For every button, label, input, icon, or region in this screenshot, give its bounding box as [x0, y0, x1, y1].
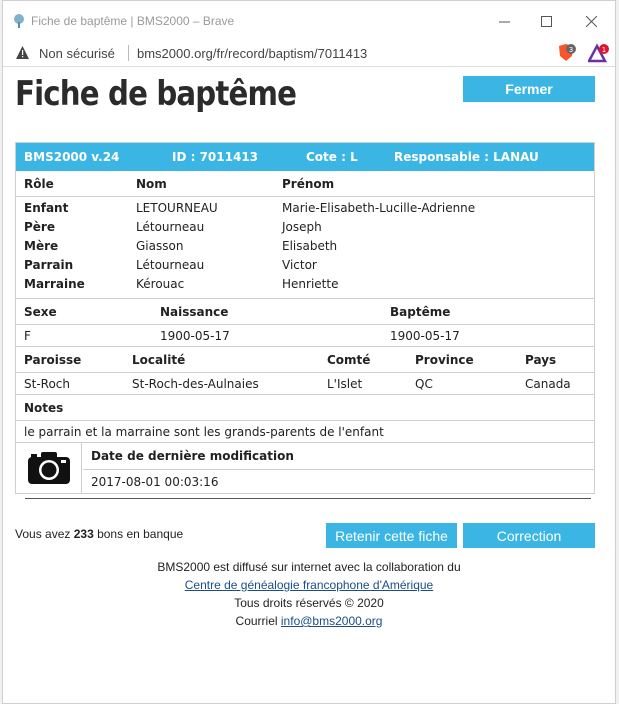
- window-title: Fiche de baptême | BMS2000 – Brave: [31, 14, 235, 28]
- people-header-row: Rôle Nom Prénom: [16, 171, 594, 197]
- address-separator: [128, 45, 129, 61]
- modification-label: Date de dernière modification: [91, 449, 294, 463]
- notes-header-row: Notes: [16, 395, 594, 421]
- footer: BMS2000 est diffusé sur internet avec la…: [3, 558, 615, 630]
- place-row: St-Roch St-Roch-des-Aulnaies L'Islet QC …: [16, 373, 594, 395]
- record-id: ID : 7011413: [172, 150, 259, 164]
- page-title: Fiche de baptême: [15, 74, 297, 114]
- country-value: Canada: [525, 377, 571, 391]
- baptism-record: BMS2000 v.24 ID : 7011413 Cote : L Respo…: [15, 142, 595, 494]
- column-header: Rôle: [24, 177, 54, 191]
- first-name: Joseph: [282, 220, 322, 234]
- close-window-button[interactable]: [578, 9, 604, 33]
- modification-block: Date de dernière modification 2017-08-01…: [16, 443, 595, 493]
- birth-date: 1900-05-17: [160, 329, 230, 343]
- place-header-row: Paroisse Localité Comté Province Pays: [16, 347, 594, 373]
- first-name: Henriette: [282, 277, 339, 291]
- bank-count: 233: [73, 527, 94, 541]
- role-label: Marraine: [24, 277, 85, 291]
- camera-icon[interactable]: [27, 451, 71, 485]
- browser-window: Fiche de baptême | BMS2000 – Brave Non s…: [2, 0, 616, 704]
- people-list: Enfant LETOURNEAU Marie-Elisabeth-Lucill…: [16, 197, 594, 299]
- modification-header: Date de dernière modification: [83, 443, 595, 470]
- photo-cell[interactable]: [16, 443, 82, 493]
- page-content: Fiche de baptême Fermer BMS2000 v.24 ID …: [3, 68, 615, 703]
- people-row: Parrain Létourneau Victor: [16, 256, 594, 275]
- footer-copyright: Tous droits réservés © 2020: [234, 596, 384, 610]
- record-cote: Cote : L: [306, 150, 358, 164]
- tree-icon: [14, 14, 24, 28]
- bank-balance: Vous avez 233 bons en banque: [15, 527, 183, 541]
- divider: [25, 498, 591, 499]
- baptism-date: 1900-05-17: [390, 329, 460, 343]
- title-bar: Fiche de baptême | BMS2000 – Brave: [3, 1, 615, 41]
- brave-rewards-icon[interactable]: 1: [588, 43, 610, 63]
- column-header: Naissance: [160, 305, 229, 319]
- last-name: Létourneau: [136, 220, 205, 234]
- sex-value: F: [24, 329, 31, 343]
- column-header: Localité: [132, 353, 186, 367]
- last-name: LETOURNEAU: [136, 201, 218, 215]
- close-icon: [585, 15, 597, 27]
- role-label: Parrain: [24, 258, 74, 272]
- column-header: Baptême: [390, 305, 451, 319]
- footer-email-line: Courriel info@bms2000.org: [3, 612, 615, 630]
- notes-text: le parrain et la marraine sont les grand…: [24, 425, 384, 439]
- province-value: QC: [415, 377, 433, 391]
- role-label: Mère: [24, 239, 59, 253]
- notes-label: Notes: [24, 401, 64, 415]
- rewards-count: 1: [602, 46, 606, 54]
- column-header: Sexe: [24, 305, 57, 319]
- cgfa-link[interactable]: Centre de généalogie francophone d'Améri…: [185, 578, 433, 592]
- column-header: Pays: [525, 353, 557, 367]
- column-header: Prénom: [282, 177, 335, 191]
- email-link[interactable]: info@bms2000.org: [281, 614, 383, 628]
- dates-row: F 1900-05-17 1900-05-17: [16, 325, 594, 347]
- locality-value: St-Roch-des-Aulnaies: [132, 377, 259, 391]
- last-name: Giasson: [136, 239, 184, 253]
- footer-collab-text: BMS2000 est diffusé sur internet avec la…: [157, 560, 461, 574]
- people-row: Père Létourneau Joseph: [16, 218, 594, 237]
- minimize-icon: [498, 21, 510, 22]
- brave-shield-icon[interactable]: 3: [556, 43, 576, 63]
- column-header: Comté: [327, 353, 371, 367]
- record-responsable: Responsable : LANAU: [394, 150, 539, 164]
- shield-count: 3: [569, 46, 573, 54]
- modification-date: 2017-08-01 00:03:16: [91, 475, 219, 489]
- role-label: Enfant: [24, 201, 69, 215]
- close-button[interactable]: Fermer: [463, 76, 595, 102]
- county-value: L'Islet: [327, 377, 363, 391]
- minimize-button[interactable]: [491, 9, 517, 33]
- last-name: Kérouac: [136, 277, 185, 291]
- keep-record-button[interactable]: Retenir cette fiche: [326, 523, 457, 548]
- bank-prefix: Vous avez: [15, 527, 74, 541]
- email-prefix: Courriel: [235, 614, 281, 628]
- last-name: Létourneau: [136, 258, 205, 272]
- url-text[interactable]: bms2000.org/fr/record/baptism/7011413: [137, 46, 367, 61]
- people-row: Mère Giasson Elisabeth: [16, 237, 594, 256]
- record-version: BMS2000 v.24: [24, 150, 120, 164]
- first-name: Marie-Elisabeth-Lucille-Adrienne: [282, 201, 476, 215]
- first-name: Victor: [282, 258, 317, 272]
- role-label: Père: [24, 220, 55, 234]
- column-header: Nom: [136, 177, 167, 191]
- people-row: Enfant LETOURNEAU Marie-Elisabeth-Lucill…: [16, 199, 594, 218]
- address-bar[interactable]: Non sécurisé bms2000.org/fr/record/bapti…: [3, 41, 615, 67]
- maximize-icon: [540, 15, 552, 27]
- record-header: BMS2000 v.24 ID : 7011413 Cote : L Respo…: [16, 143, 594, 171]
- maximize-button[interactable]: [533, 9, 559, 33]
- bank-suffix: bons en banque: [93, 527, 184, 541]
- warning-icon: [16, 46, 29, 59]
- people-row: Marraine Kérouac Henriette: [16, 275, 594, 294]
- dates-header-row: Sexe Naissance Baptême: [16, 299, 594, 325]
- correction-button[interactable]: Correction: [463, 523, 595, 548]
- security-label[interactable]: Non sécurisé: [39, 46, 115, 61]
- notes-row: le parrain et la marraine sont les grand…: [16, 421, 594, 443]
- first-name: Elisabeth: [282, 239, 338, 253]
- column-header: Paroisse: [24, 353, 82, 367]
- column-header: Province: [415, 353, 474, 367]
- parish-value: St-Roch: [24, 377, 70, 391]
